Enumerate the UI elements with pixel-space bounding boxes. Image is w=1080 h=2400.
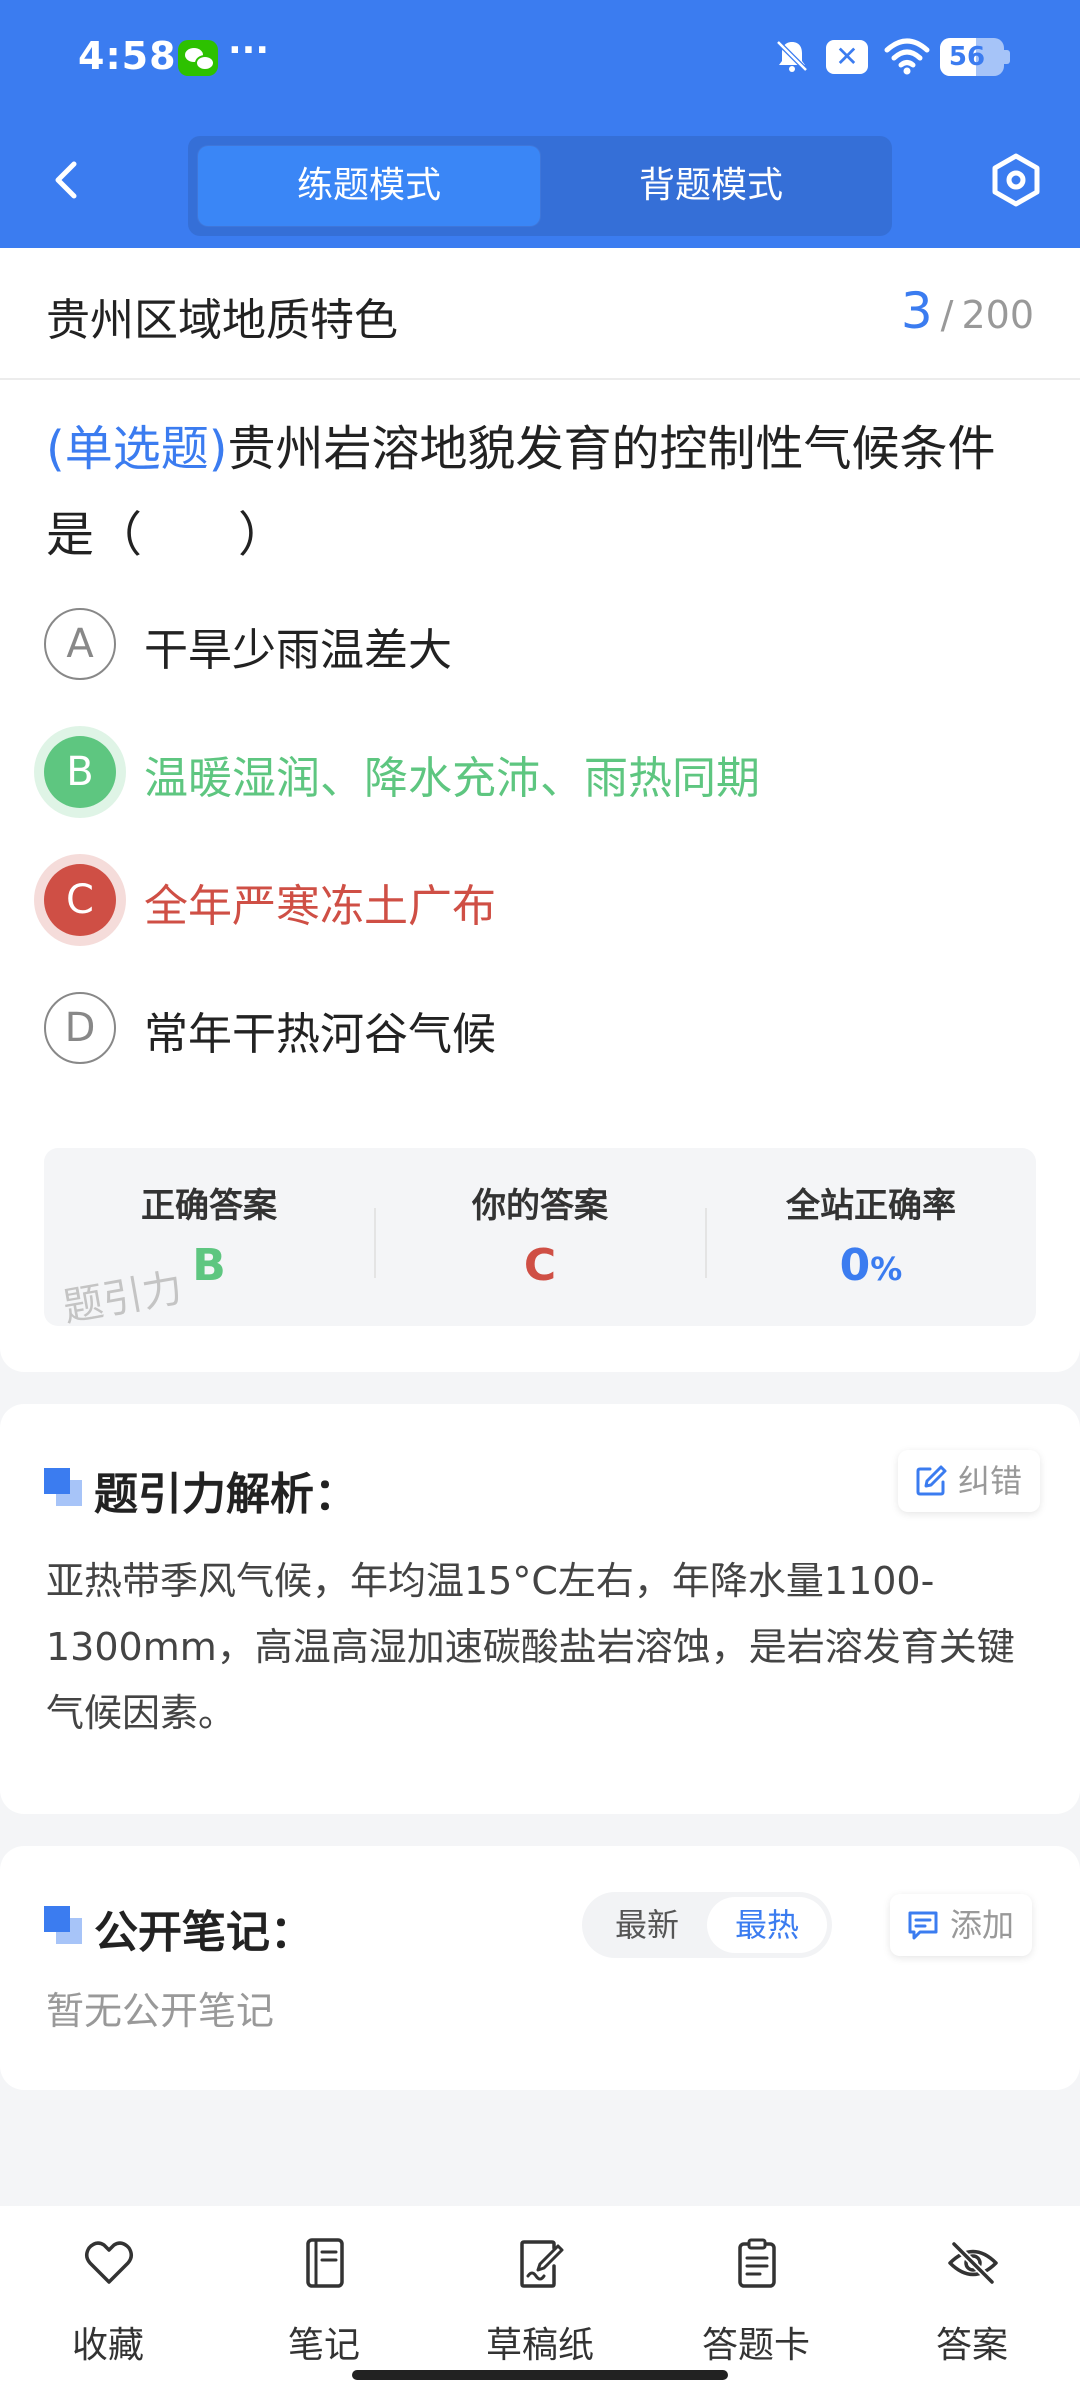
no-notes-text: 暂无公开笔记	[46, 1989, 275, 2033]
your-answer-label: 你的答案	[472, 1186, 608, 1226]
show-answer-button[interactable]: 答案	[864, 2228, 1080, 2366]
battery-text: 56	[948, 42, 986, 72]
option-text: 常年干热河谷气候	[144, 1009, 496, 1060]
total-questions: 200	[961, 293, 1034, 337]
draft-paper-button[interactable]: 草稿纸	[432, 2228, 648, 2366]
nav-bar: 练题模式 背题模式	[0, 130, 1080, 240]
accuracy-number: 0	[839, 1240, 871, 1291]
your-answer-col: 你的答案 C	[375, 1148, 705, 1326]
public-notes-card: 公开笔记： 最新 最热 添加 暂无公开笔记	[0, 1846, 1080, 2090]
section-squares-icon	[44, 1468, 86, 1510]
more-notifications-icon: ···	[228, 30, 270, 71]
wifi-icon	[884, 38, 930, 75]
analysis-card: 题引力解析： 纠错 亚热带季风气候，年均温15°C左右，年降水量1100-130…	[0, 1404, 1080, 1814]
answer-card-label: 答题卡	[701, 2325, 810, 2366]
question-progress: 3/200	[901, 282, 1034, 340]
option-letter: B	[44, 736, 116, 808]
option-letter: C	[44, 864, 116, 936]
comment-icon	[908, 1911, 938, 1940]
edit-icon	[916, 1465, 947, 1496]
close-badge-icon: ✕	[826, 40, 868, 74]
battery-icon: 56	[940, 38, 1004, 76]
option-text: 温暖湿润、降水充沛、雨热同期	[144, 753, 760, 804]
status-bar: 4:58 ··· ✕ 56	[0, 0, 1080, 118]
correct-answer-label: 正确答案	[141, 1186, 277, 1226]
current-question-number: 3	[900, 282, 933, 340]
battery-cap	[1004, 50, 1010, 64]
mode-switch: 练题模式 背题模式	[188, 136, 892, 236]
tab-practice-mode[interactable]: 练题模式	[198, 146, 540, 226]
option-d[interactable]: D 常年干热河谷气候	[44, 982, 1034, 1072]
analysis-text: 亚热带季风气候，年均温15°C左右，年降水量1100-1300mm，高温高湿加速…	[46, 1559, 1015, 1735]
notebook-icon	[306, 2238, 344, 2288]
accuracy-col: 全站正确率 0%	[706, 1148, 1036, 1326]
notes-title: 公开笔记：	[94, 1907, 314, 1958]
option-c[interactable]: C 全年严寒冻土广布	[44, 854, 1034, 944]
notes-sort-toggle: 最新 最热	[582, 1892, 832, 1958]
answer-card-button[interactable]: 答题卡	[648, 2228, 864, 2366]
accuracy-unit: %	[870, 1250, 903, 1288]
option-a[interactable]: A 干旱少雨温差大	[44, 598, 1034, 688]
notes-button[interactable]: 笔记	[216, 2228, 432, 2366]
app-header: 4:58 ··· ✕ 56 练题模式 背题模式	[0, 0, 1080, 248]
topic-title: 贵州区域地质特色	[46, 295, 398, 346]
heart-icon	[85, 2241, 133, 2284]
favorite-label: 收藏	[71, 2325, 144, 2366]
add-note-label: 添加	[950, 1906, 1015, 1944]
sort-newest-button[interactable]: 最新	[587, 1897, 707, 1953]
progress-separator: /	[940, 293, 954, 337]
option-letter: A	[44, 608, 116, 680]
eye-off-icon	[948, 2241, 998, 2285]
report-error-button[interactable]: 纠错	[898, 1450, 1041, 1512]
section-squares-icon	[44, 1906, 86, 1948]
option-text: 干旱少雨温差大	[144, 625, 452, 676]
option-letter: D	[44, 992, 116, 1064]
analysis-title: 题引力解析：	[94, 1469, 358, 1520]
your-answer-value: C	[523, 1240, 557, 1291]
answer-result-box: 正确答案 B 你的答案 C 全站正确率 0% 题引力	[44, 1148, 1036, 1326]
sort-hottest-button[interactable]: 最热	[707, 1897, 827, 1953]
accuracy-label: 全站正确率	[786, 1186, 956, 1226]
draft-pen-icon	[520, 2240, 564, 2288]
report-error-label: 纠错	[958, 1462, 1023, 1500]
back-button[interactable]	[36, 148, 100, 212]
clipboard-icon	[738, 2238, 776, 2288]
tab-memorize-mode[interactable]: 背题模式	[540, 146, 882, 226]
option-text: 全年严寒冻土广布	[144, 881, 496, 932]
home-indicator[interactable]	[352, 2370, 728, 2380]
favorite-button[interactable]: 收藏	[0, 2228, 216, 2366]
question-stem: (单选题)贵州岩溶地貌发育的控制性气候条件是（ ）	[46, 406, 1036, 578]
topic-row: 贵州区域地质特色 3/200	[0, 248, 1080, 380]
notes-label: 笔记	[287, 2325, 360, 2366]
accuracy-value: 0%	[706, 1240, 1036, 1291]
question-card: 贵州区域地质特色 3/200 (单选题)贵州岩溶地貌发育的控制性气候条件是（ ）…	[0, 248, 1080, 1372]
wechat-icon	[178, 40, 218, 76]
option-b[interactable]: B 温暖湿润、降水充沛、雨热同期	[44, 726, 1034, 816]
add-note-button[interactable]: 添加	[890, 1894, 1033, 1956]
question-type: (单选题)	[46, 421, 228, 477]
bell-muted-icon	[776, 40, 808, 72]
status-time: 4:58	[78, 34, 177, 78]
draft-paper-label: 草稿纸	[485, 2325, 594, 2366]
settings-button[interactable]	[984, 148, 1048, 212]
show-answer-label: 答案	[935, 2325, 1008, 2366]
